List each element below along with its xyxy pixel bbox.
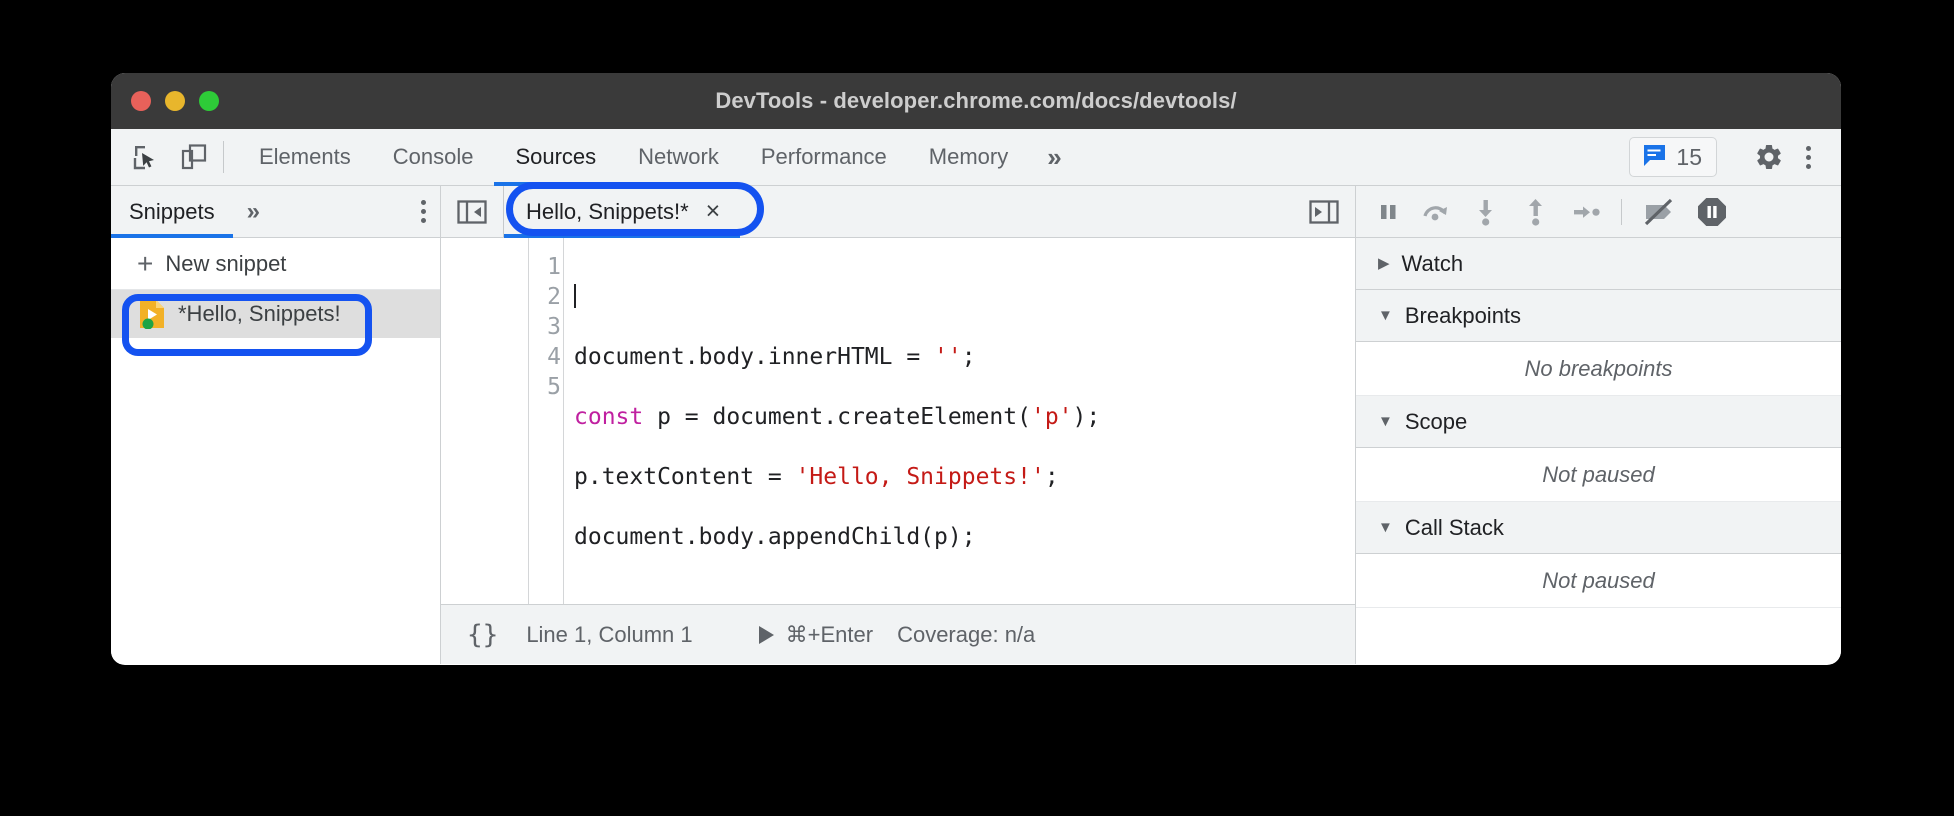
toolbar-icon-group	[111, 129, 213, 185]
pause-icon[interactable]	[1366, 199, 1410, 225]
call-stack-empty-message: Not paused	[1356, 554, 1841, 608]
debugger-controls-toolbar	[1356, 186, 1841, 238]
code-content-wrapper: 1 2 3 4 5 document.body.innerHTML = ''; …	[529, 238, 1355, 604]
collapse-navigator-icon[interactable]	[441, 186, 503, 237]
code-editor-area[interactable]: 1 2 3 4 5 document.body.innerHTML = ''; …	[441, 238, 1355, 604]
open-quick-source-icon[interactable]	[1293, 195, 1355, 229]
line-number-gutter: 1 2 3 4 5	[529, 252, 563, 604]
navigator-snippet-item[interactable]: *Hello, Snippets!	[111, 290, 440, 338]
section-header-breakpoints[interactable]: ▼ Breakpoints	[1356, 290, 1841, 342]
step-icon[interactable]	[1562, 199, 1610, 225]
tab-memory[interactable]: Memory	[908, 129, 1029, 185]
cursor-position-label: Line 1, Column 1	[526, 621, 693, 647]
code-line-2: document.body.innerHTML = '';	[574, 344, 976, 370]
code-text[interactable]: document.body.innerHTML = ''; const p = …	[564, 252, 1355, 604]
section-title: Breakpoints	[1404, 302, 1522, 328]
more-vertical-icon	[407, 200, 440, 223]
editor-left-spacer	[441, 238, 529, 604]
code-line-5: document.body.appendChild(p);	[574, 524, 976, 550]
main-tab-bar: Elements Console Sources Network Perform…	[111, 129, 1841, 186]
new-snippet-label: New snippet	[165, 250, 287, 276]
pause-on-exceptions-icon[interactable]	[1687, 196, 1737, 228]
editor-column: Hello, Snippets!* × 1 2 3 4 5 document.b…	[441, 182, 1356, 664]
debugger-sidebar: ▶ Watch ▼ Breakpoints No breakpoints ▼ S…	[1356, 186, 1841, 664]
inspect-cursor-icon[interactable]	[127, 138, 165, 176]
gear-icon[interactable]	[1750, 138, 1788, 176]
line-number: 1	[547, 254, 561, 280]
navigator-more-options-button[interactable]	[407, 186, 440, 237]
toolbar-right-group: 15	[1629, 129, 1841, 185]
line-number: 4	[547, 344, 561, 370]
step-over-icon[interactable]	[1412, 199, 1460, 225]
section-title: Call Stack	[1404, 514, 1504, 540]
more-vertical-icon[interactable]	[1792, 145, 1825, 169]
navigator-pane: Snippets » + New snippet *Hello, Snippet…	[111, 186, 441, 664]
tab-network[interactable]: Network	[617, 129, 740, 185]
snippet-item-label: *Hello, Snippets!	[178, 301, 341, 326]
device-toolbar-icon[interactable]	[175, 138, 213, 176]
coverage-label: Coverage: n/a	[897, 621, 1036, 647]
section-title: Watch	[1401, 250, 1464, 276]
navigator-tab-snippets[interactable]: Snippets	[111, 186, 233, 238]
section-header-watch[interactable]: ▶ Watch	[1356, 238, 1841, 290]
editor-tabbar-right-group	[1293, 186, 1355, 237]
debugger-toolbar-divider	[1621, 198, 1622, 225]
plus-icon: +	[137, 247, 154, 279]
window-title: DevTools - developer.chrome.com/docs/dev…	[715, 88, 1237, 113]
editor-tab-label: Hello, Snippets!*	[526, 198, 689, 224]
message-count-badge[interactable]: 15	[1629, 137, 1717, 177]
section-title: Scope	[1404, 408, 1468, 434]
pretty-print-button[interactable]: {}	[467, 620, 498, 650]
devtools-body: Snippets » + New snippet *Hello, Snippet…	[111, 182, 1841, 664]
snippet-file-icon	[139, 299, 165, 330]
window-title-bar: DevTools - developer.chrome.com/docs/dev…	[111, 73, 1841, 129]
run-shortcut-label: ⌘+Enter	[785, 621, 874, 647]
tab-performance[interactable]: Performance	[740, 129, 908, 185]
scope-empty-message: Not paused	[1356, 448, 1841, 502]
breakpoints-empty-message: No breakpoints	[1356, 342, 1841, 396]
step-into-icon[interactable]	[1462, 198, 1510, 226]
more-tabs-icon[interactable]: »	[1029, 129, 1079, 185]
chevron-down-icon: ▼	[1378, 519, 1393, 536]
navigator-more-tabs-icon[interactable]: »	[233, 186, 274, 237]
deactivate-breakpoints-icon[interactable]	[1633, 197, 1685, 227]
code-line-1	[574, 282, 1355, 312]
line-number: 3	[547, 314, 561, 340]
chevron-down-icon: ▼	[1378, 413, 1393, 430]
close-icon[interactable]: ×	[706, 199, 721, 224]
new-snippet-button[interactable]: + New snippet	[111, 238, 440, 290]
editor-tab-bar: Hello, Snippets!* ×	[441, 182, 1355, 238]
chevron-right-icon: ▶	[1378, 255, 1390, 272]
toolbar-divider	[223, 141, 224, 173]
editor-status-bar: {} Line 1, Column 1 ⌘+Enter Coverage: n/…	[441, 604, 1355, 664]
navigator-tab-bar: Snippets »	[111, 186, 440, 238]
editor-tab-hello-snippets[interactable]: Hello, Snippets!* ×	[504, 186, 741, 238]
section-header-call-stack[interactable]: ▼ Call Stack	[1356, 502, 1841, 554]
line-number: 5	[547, 374, 561, 400]
message-badge-icon	[1641, 142, 1667, 173]
code-line-4: p.textContent = 'Hello, Snippets!';	[574, 464, 1059, 490]
run-snippet-button[interactable]: ⌘+Enter	[758, 621, 874, 648]
devtools-window: DevTools - developer.chrome.com/docs/dev…	[111, 73, 1841, 665]
line-number: 2	[547, 284, 561, 310]
text-cursor	[574, 284, 576, 308]
section-header-scope[interactable]: ▼ Scope	[1356, 396, 1841, 448]
play-icon	[758, 625, 774, 644]
tab-elements[interactable]: Elements	[238, 129, 372, 185]
tab-sources[interactable]: Sources	[494, 129, 617, 186]
step-out-icon[interactable]	[1512, 198, 1560, 226]
message-count: 15	[1676, 143, 1702, 170]
tab-console[interactable]: Console	[372, 129, 495, 185]
code-line-3: const p = document.createElement('p');	[574, 404, 1101, 430]
chevron-down-icon: ▼	[1378, 307, 1393, 324]
